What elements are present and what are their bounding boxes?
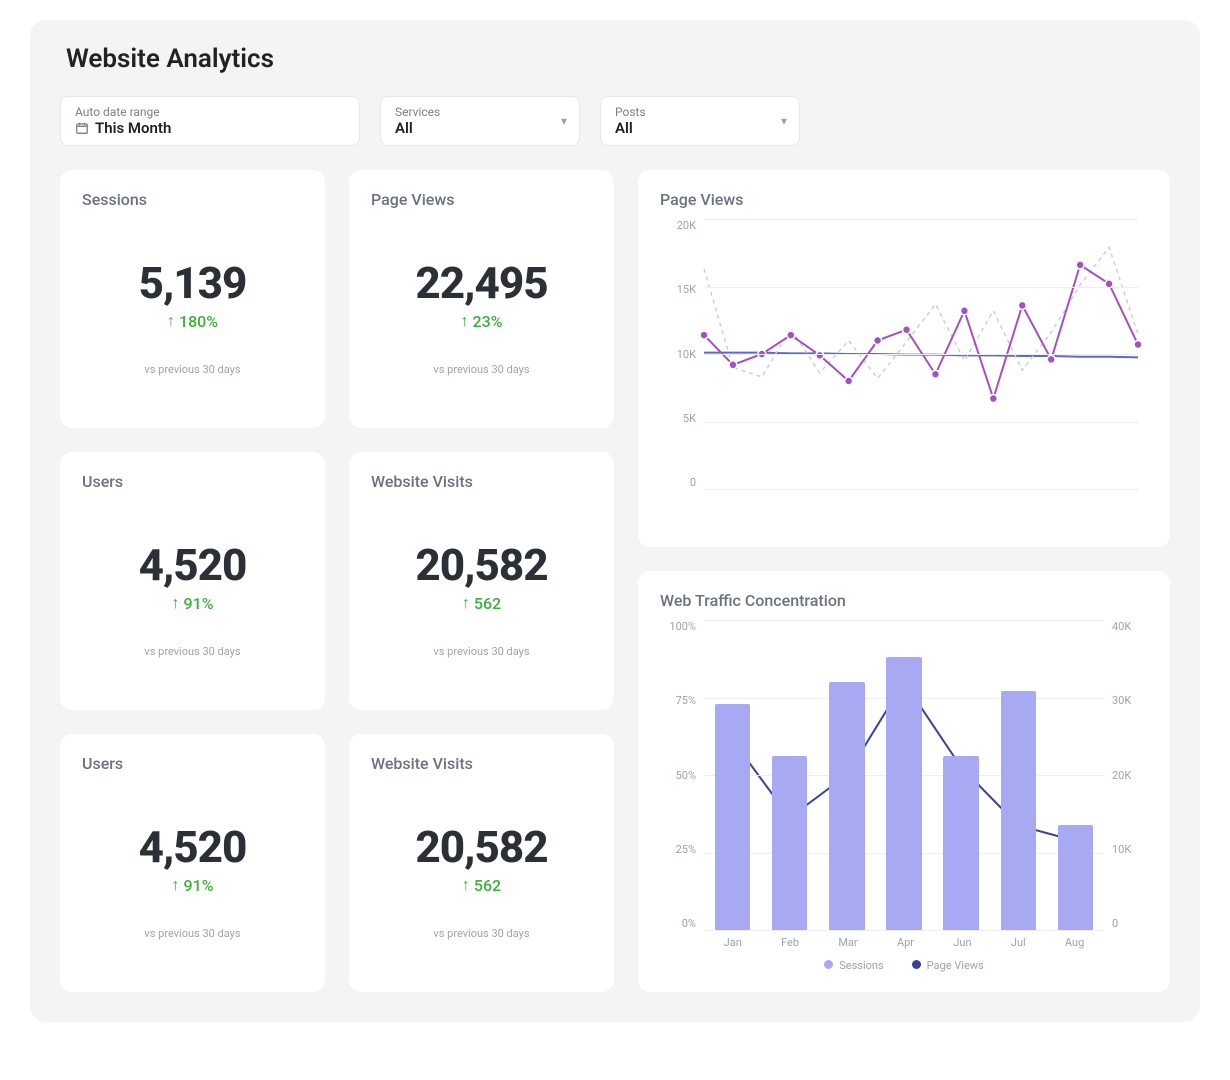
arrow-up-icon: ↑ [462, 875, 470, 895]
page-views-chart: Page Views 20K15K10K5K0 [638, 170, 1170, 547]
stat-title: Website Visits [371, 754, 592, 773]
stat-delta: ↑23% [461, 311, 503, 331]
chart-legend: Sessions Page Views [660, 959, 1148, 972]
stat-card-website-visits-2: Website Visits 20,582 ↑562 vs previous 3… [349, 734, 614, 992]
bar [886, 657, 921, 930]
stat-title: Users [82, 472, 303, 491]
plot-area [704, 620, 1104, 930]
stats-column: Sessions 5,139 ↑180% vs previous 30 days… [60, 170, 614, 992]
stat-card-sessions: Sessions 5,139 ↑180% vs previous 30 days [60, 170, 325, 428]
date-range-label: Auto date range [75, 105, 345, 119]
arrow-up-icon: ↑ [167, 311, 175, 331]
stat-compare: vs previous 30 days [433, 927, 529, 940]
calendar-icon [75, 121, 89, 135]
stat-value: 5,139 [139, 261, 247, 305]
stat-delta: ↑562 [462, 593, 501, 613]
bar [943, 756, 978, 930]
chevron-down-icon: ▾ [781, 114, 787, 128]
plot-area [704, 219, 1138, 489]
services-filter[interactable]: Services All ▾ [380, 96, 580, 146]
stat-value: 22,495 [415, 261, 547, 305]
services-label: Services [395, 105, 565, 119]
chart-area: 100%75%50%25%0% 40K30K20K10K0 [660, 620, 1148, 930]
stat-compare: vs previous 30 days [433, 645, 529, 658]
legend-dot-icon [824, 960, 833, 969]
legend-item-pageviews: Page Views [912, 959, 984, 972]
posts-value: All [615, 119, 633, 137]
legend-item-sessions: Sessions [824, 959, 883, 972]
chart-area: 20K15K10K5K0 [660, 219, 1148, 489]
stat-delta: ↑180% [167, 311, 218, 331]
charts-column: Page Views 20K15K10K5K0 Web Traffic Conc… [638, 170, 1170, 992]
stat-card-users: Users 4,520 ↑91% vs previous 30 days [60, 452, 325, 710]
stat-compare: vs previous 30 days [144, 927, 240, 940]
legend-dot-icon [912, 960, 921, 969]
traffic-chart: Web Traffic Concentration 100%75%50%25%0… [638, 571, 1170, 992]
filter-bar: Auto date range This Month Services All … [60, 96, 1170, 146]
y-axis-ticks: 20K15K10K5K0 [660, 219, 696, 489]
stat-compare: vs previous 30 days [144, 363, 240, 376]
posts-filter[interactable]: Posts All ▾ [600, 96, 800, 146]
stat-value: 20,582 [415, 825, 547, 869]
stat-card-page-views: Page Views 22,495 ↑23% vs previous 30 da… [349, 170, 614, 428]
arrow-up-icon: ↑ [172, 875, 180, 895]
posts-label: Posts [615, 105, 785, 119]
stat-title: Page Views [371, 190, 592, 209]
stat-title: Users [82, 754, 303, 773]
arrow-up-icon: ↑ [462, 593, 470, 613]
bar [715, 704, 750, 930]
chart-title: Page Views [660, 190, 1148, 209]
date-range-filter[interactable]: Auto date range This Month [60, 96, 360, 146]
y-axis-ticks-left: 100%75%50%25%0% [660, 620, 696, 930]
stat-card-website-visits: Website Visits 20,582 ↑562 vs previous 3… [349, 452, 614, 710]
arrow-up-icon: ↑ [172, 593, 180, 613]
date-range-value: This Month [95, 119, 171, 137]
page-title: Website Analytics [66, 44, 1170, 74]
stat-value: 4,520 [139, 543, 247, 587]
bar [829, 682, 864, 930]
stat-delta: ↑562 [462, 875, 501, 895]
bar [1001, 691, 1036, 930]
services-value: All [395, 119, 413, 137]
arrow-up-icon: ↑ [461, 311, 469, 331]
x-axis-ticks: JanFebMarAprJunJulAug [704, 936, 1104, 949]
stat-delta: ↑91% [172, 875, 214, 895]
chevron-down-icon: ▾ [561, 114, 567, 128]
stat-value: 20,582 [415, 543, 547, 587]
stat-value: 4,520 [139, 825, 247, 869]
stat-title: Website Visits [371, 472, 592, 491]
content: Sessions 5,139 ↑180% vs previous 30 days… [60, 170, 1170, 992]
dashboard: Website Analytics Auto date range This M… [30, 20, 1200, 1022]
stat-compare: vs previous 30 days [433, 363, 529, 376]
stat-title: Sessions [82, 190, 303, 209]
chart-title: Web Traffic Concentration [660, 591, 1148, 610]
stat-compare: vs previous 30 days [144, 645, 240, 658]
stat-card-users-2: Users 4,520 ↑91% vs previous 30 days [60, 734, 325, 992]
bar [772, 756, 807, 930]
y-axis-ticks-right: 40K30K20K10K0 [1112, 620, 1148, 930]
stat-delta: ↑91% [172, 593, 214, 613]
bar [1058, 825, 1093, 930]
